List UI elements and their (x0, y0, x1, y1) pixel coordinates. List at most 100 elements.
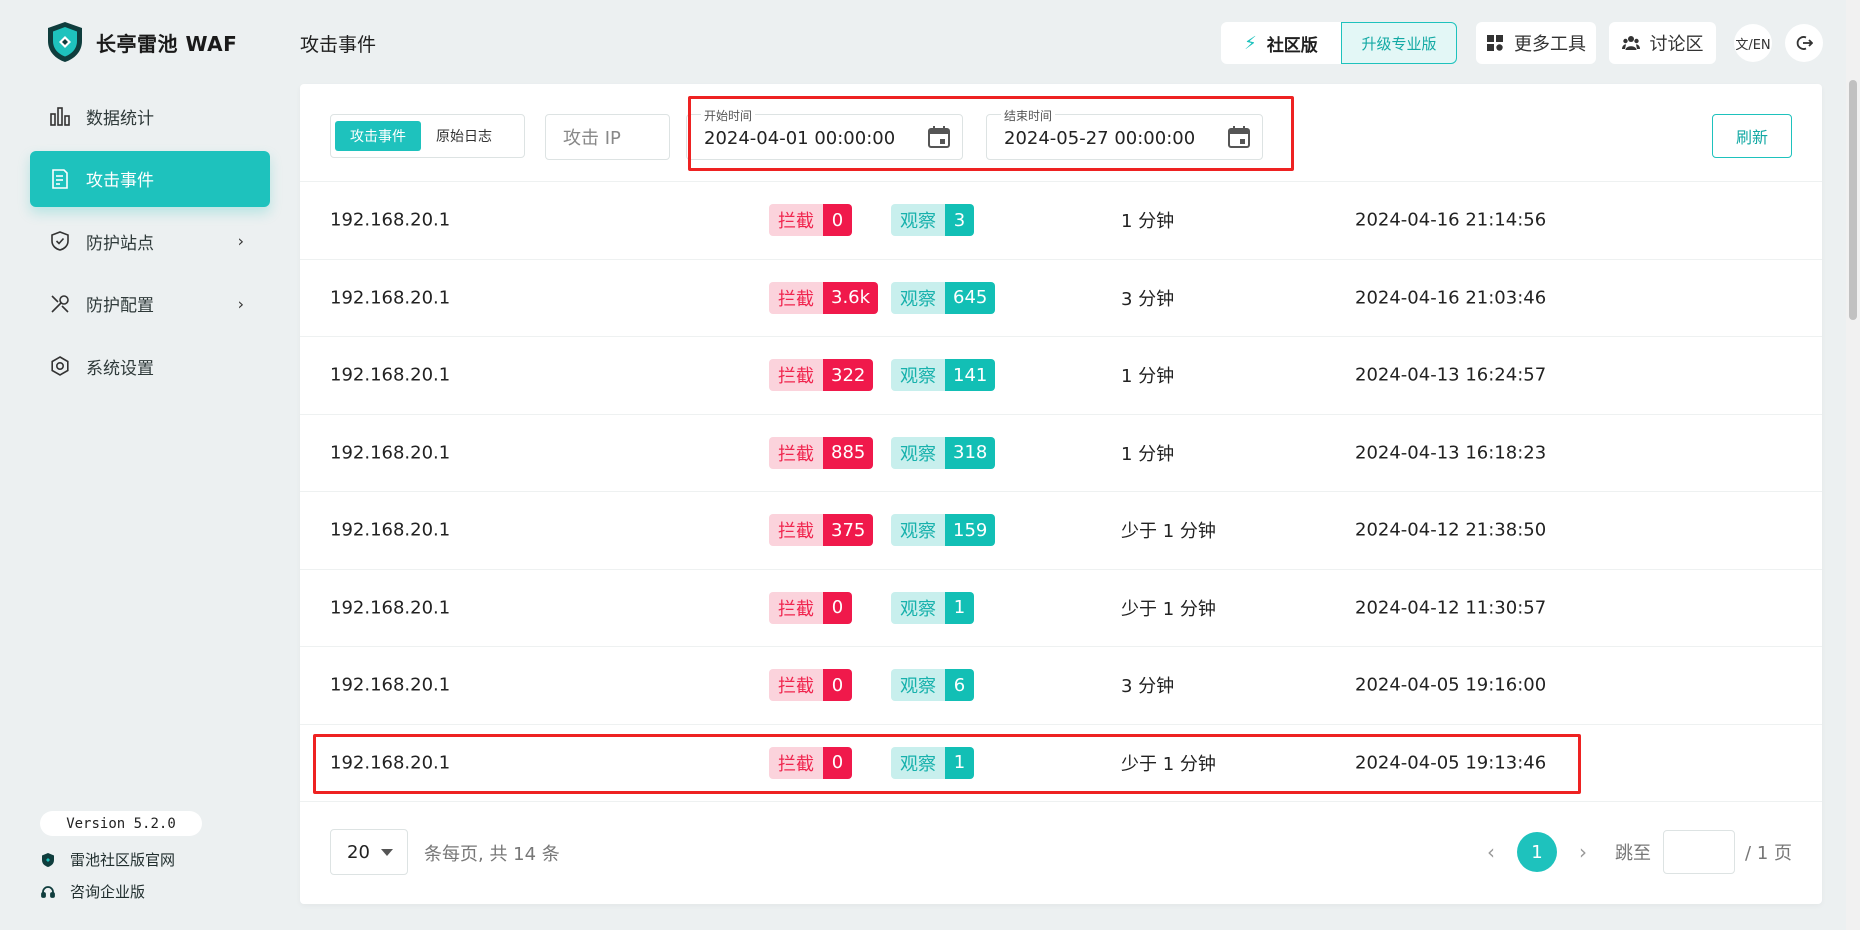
grid-icon (1487, 35, 1503, 51)
sidebar-menu: 数据统计 攻击事件 防护站点 › 防护配置 › 系统设置 (30, 88, 270, 401)
sidebar: 长亭雷池 WAF 数据统计 攻击事件 防护站点 › 防护配置 › 系统设置 Ve… (0, 0, 290, 930)
observed-tag-label: 观察 (891, 746, 945, 779)
events-list: 192.168.20.1 拦截 0 观察 3 1 分钟 2024-04-16 2… (300, 182, 1822, 802)
community-edition-button[interactable]: ⚡ 社区版 (1221, 22, 1341, 64)
sidebar-item-protected-sites[interactable]: 防护站点 › (30, 213, 270, 269)
page-size-value: 20 (347, 841, 370, 863)
blocked-count: 0 (823, 746, 852, 779)
calendar-icon[interactable] (1226, 124, 1252, 150)
observed-count: 1 (945, 746, 974, 779)
shield-logo-icon (48, 22, 82, 62)
bar-chart-icon (48, 104, 72, 128)
sidebar-item-label: 攻击事件 (86, 171, 154, 191)
event-row[interactable]: 192.168.20.1 拦截 0 观察 6 3 分钟 2024-04-05 1… (300, 647, 1822, 725)
tab-raw-logs[interactable]: 原始日志 (421, 121, 507, 151)
next-page-icon[interactable]: › (1569, 840, 1597, 864)
event-ip: 192.168.20.1 (330, 752, 451, 774)
official-site-link[interactable]: 雷池社区版官网 (40, 849, 175, 870)
blocked-tag-label: 拦截 (769, 436, 823, 469)
page-1-button[interactable]: 1 (1517, 832, 1558, 872)
sidebar-item-system-settings[interactable]: 系统设置 (30, 338, 270, 394)
calendar-icon[interactable] (926, 124, 952, 150)
event-row[interactable]: 192.168.20.1 拦截 0 观察 1 少于 1 分钟 2024-04-0… (300, 725, 1822, 802)
event-duration: 少于 1 分钟 (1121, 521, 1216, 543)
headset-icon (41, 885, 55, 898)
event-row[interactable]: 192.168.20.1 拦截 885 观察 318 1 分钟 2024-04-… (300, 415, 1822, 492)
upgrade-pro-button[interactable]: 升级专业版 (1341, 22, 1457, 64)
more-tools-button[interactable]: 更多工具 (1476, 22, 1596, 64)
event-row[interactable]: 192.168.20.1 拦截 0 观察 1 少于 1 分钟 2024-04-1… (300, 570, 1822, 647)
blocked-count-tag: 拦截 3.6k (769, 281, 879, 314)
end-time-value: 2024-05-27 00:00:00 (1004, 128, 1196, 149)
event-time: 2024-04-05 19:16:00 (1355, 674, 1547, 696)
event-time: 2024-04-12 11:30:57 (1355, 597, 1547, 619)
event-time: 2024-04-13 16:24:57 (1355, 364, 1547, 386)
event-row[interactable]: 192.168.20.1 拦截 0 观察 3 1 分钟 2024-04-16 2… (300, 182, 1822, 260)
blocked-count: 3.6k (823, 281, 879, 314)
blocked-tag-label: 拦截 (769, 591, 823, 624)
sidebar-item-statistics[interactable]: 数据统计 (30, 88, 270, 144)
jump-page-input[interactable] (1663, 830, 1736, 874)
event-time: 2024-04-13 16:18:23 (1355, 442, 1547, 464)
event-duration: 1 分钟 (1121, 211, 1175, 233)
attack-ip-input[interactable]: 攻击 IP (545, 114, 670, 160)
page-size-select[interactable]: 20 (330, 829, 408, 875)
gear-icon (48, 354, 72, 378)
version-badge: Version 5.2.0 (40, 811, 202, 836)
blocked-count-tag: 拦截 0 (769, 669, 852, 702)
blocked-count: 885 (823, 436, 874, 469)
language-toggle-button[interactable]: 文/EN (1734, 24, 1772, 62)
start-time-picker[interactable]: 开始时间 2024-04-01 00:00:00 (686, 107, 963, 160)
event-row[interactable]: 192.168.20.1 拦截 3.6k 观察 645 3 分钟 2024-04… (300, 260, 1822, 337)
enterprise-consult-link[interactable]: 咨询企业版 (40, 881, 145, 902)
app-name: 长亭雷池 WAF (96, 31, 238, 56)
app-logo[interactable]: 长亭雷池 WAF (46, 20, 237, 64)
end-time-label: 结束时间 (1001, 107, 1056, 124)
pagination: ‹ 1 › 跳至 / 1 页 (1477, 829, 1792, 875)
observed-tag-label: 观察 (891, 204, 945, 237)
blocked-tag-label: 拦截 (769, 359, 823, 392)
observed-tag-label: 观察 (891, 281, 945, 314)
end-time-picker[interactable]: 结束时间 2024-05-27 00:00:00 (986, 107, 1263, 160)
side-link-label: 雷池社区版官网 (70, 851, 176, 869)
event-row[interactable]: 192.168.20.1 拦截 322 观察 141 1 分钟 2024-04-… (300, 337, 1822, 415)
events-card: 攻击事件 原始日志 攻击 IP 开始时间 2024-04-01 00:00:00… (300, 84, 1822, 904)
page-title: 攻击事件 (300, 34, 377, 56)
observed-count-tag: 观察 159 (891, 514, 996, 547)
prev-page-icon[interactable]: ‹ (1477, 840, 1505, 864)
sidebar-item-label: 防护站点 (86, 233, 154, 254)
observed-tag-label: 观察 (891, 591, 945, 624)
observed-tag-label: 观察 (891, 359, 945, 392)
event-duration: 少于 1 分钟 (1121, 753, 1216, 775)
logout-button[interactable] (1785, 24, 1823, 62)
refresh-button[interactable]: 刷新 (1712, 114, 1792, 158)
edition-label: 社区版 (1266, 35, 1318, 56)
scrollbar-thumb[interactable] (1849, 80, 1857, 320)
blocked-count: 0 (823, 204, 852, 237)
blocked-count-tag: 拦截 885 (769, 436, 874, 469)
sidebar-item-attack-events[interactable]: 攻击事件 (30, 150, 270, 207)
event-duration: 3 分钟 (1121, 288, 1175, 310)
event-row[interactable]: 192.168.20.1 拦截 375 观察 159 少于 1 分钟 2024-… (300, 492, 1822, 570)
event-ip: 192.168.20.1 (330, 209, 451, 231)
blocked-count: 322 (823, 359, 874, 392)
event-ip: 192.168.20.1 (330, 519, 451, 541)
observed-tag-label: 观察 (891, 436, 945, 469)
shield-icon (48, 229, 72, 253)
observed-count-tag: 观察 318 (891, 436, 996, 469)
observed-count-tag: 观察 645 (891, 281, 996, 314)
observed-count: 6 (945, 669, 974, 702)
event-ip: 192.168.20.1 (330, 674, 451, 696)
tools-icon (48, 292, 72, 316)
blocked-tag-label: 拦截 (769, 514, 823, 547)
start-time-label: 开始时间 (701, 107, 756, 124)
blocked-count-tag: 拦截 0 (769, 746, 852, 779)
tab-attack-events[interactable]: 攻击事件 (335, 121, 421, 151)
event-ip: 192.168.20.1 (330, 442, 451, 464)
observed-count: 3 (945, 204, 974, 237)
observed-count-tag: 观察 6 (891, 669, 974, 702)
discussion-label: 讨论区 (1649, 34, 1704, 55)
sidebar-item-protection-config[interactable]: 防护配置 › (30, 276, 270, 332)
discussion-button[interactable]: 讨论区 (1609, 22, 1716, 64)
scrollbar[interactable] (1846, 0, 1860, 930)
